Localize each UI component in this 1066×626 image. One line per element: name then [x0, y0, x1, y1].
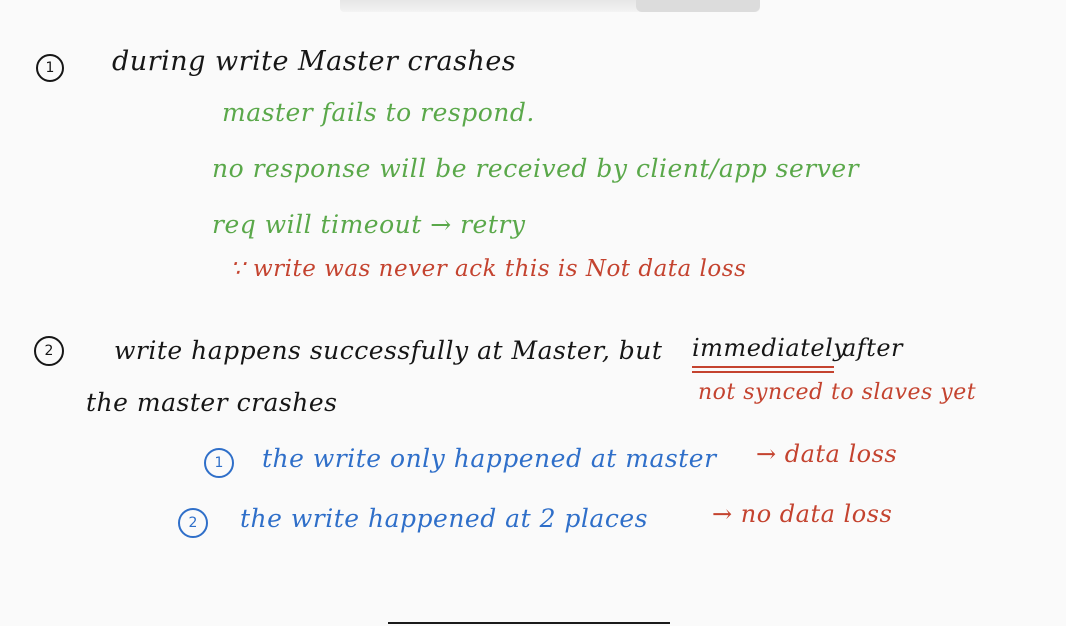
item-2-marker: 2	[34, 336, 64, 366]
subitem-1-result: → data loss	[756, 440, 898, 468]
subitem-2-marker: 2	[178, 508, 208, 538]
item-2-line-1-start: write happens successfully at Master, bu…	[114, 336, 663, 365]
emphasis-double-underline	[692, 366, 834, 373]
subitem-2-text: the write happened at 2 places	[240, 504, 648, 533]
whiteboard-page: 1 during write Master crashes master fai…	[0, 0, 1066, 626]
item-2-emphasis: immediately	[692, 334, 848, 362]
subitem-1-text: the write only happened at master	[262, 444, 717, 473]
top-bar-tab	[636, 0, 760, 12]
bottom-divider	[388, 622, 670, 624]
item-2-line-1-end: after	[842, 334, 904, 362]
item-1-line-1: master fails to respond.	[222, 98, 535, 127]
item-2-line-2: the master crashes	[86, 388, 338, 417]
item-1-marker: 1	[36, 54, 64, 82]
subitem-2-result: → no data loss	[712, 500, 893, 528]
item-1-line-2: no response will be received by client/a…	[212, 154, 860, 183]
item-2-red-note: not synced to slaves yet	[698, 380, 977, 405]
subitem-1-marker: 1	[204, 448, 234, 478]
item-1-conclusion: ∵ write was never ack this is Not data l…	[230, 256, 747, 282]
item-1-line-3: req will timeout → retry	[212, 210, 526, 239]
item-1-heading: during write Master crashes	[112, 46, 517, 77]
